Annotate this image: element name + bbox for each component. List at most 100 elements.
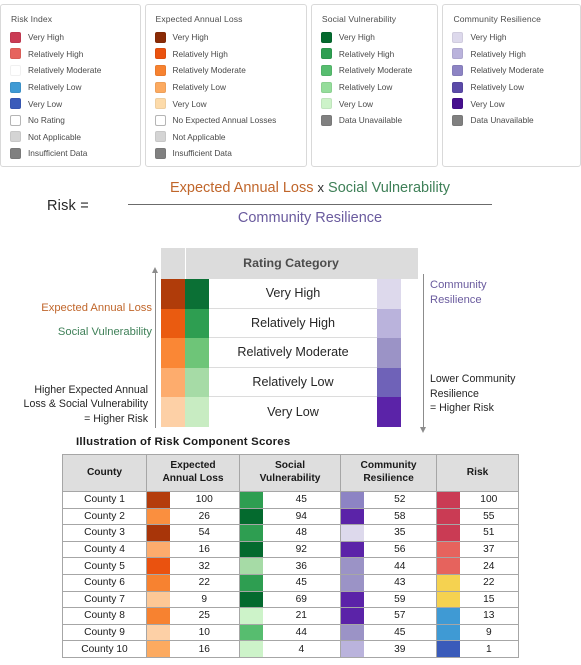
legend-swatch-icon: [155, 131, 166, 142]
legend-swatch-icon: [452, 48, 463, 59]
swatch-expected-annual-loss: [147, 641, 170, 658]
legend-item: Very Low: [155, 95, 300, 112]
matrix-grid: Rating Category Very HighRelatively High…: [161, 248, 418, 428]
legend-swatch-icon: [321, 115, 332, 126]
formula-community-resilience: Community Resilience: [238, 210, 382, 226]
table-row: County 91044459: [63, 624, 519, 641]
matrix-left-note: Higher Expected AnnualLoss & Social Vuln…: [24, 383, 148, 427]
swatch-community-resilience: [341, 624, 364, 641]
swatch-social-vulnerability: [240, 624, 263, 641]
cell-county: County 9: [63, 624, 147, 641]
color-swatch-icon: [147, 575, 170, 591]
scores-table-head: County ExpectedAnnual Loss SocialVulnera…: [63, 455, 519, 492]
legend-item-label: Relatively High: [339, 49, 394, 59]
color-swatch-icon: [437, 525, 460, 541]
legend-swatch-icon: [10, 48, 21, 59]
cell-expected-annual-loss: 22: [170, 574, 240, 591]
matrix-label-expected-annual-loss: Expected Annual Loss: [41, 302, 152, 314]
swatch-risk: [437, 541, 460, 558]
matrix-cell-community-resilience: [377, 368, 401, 398]
cell-expected-annual-loss: 26: [170, 508, 240, 525]
legend-item-label: Insufficient Data: [173, 148, 232, 158]
cell-social-vulnerability: 21: [263, 608, 341, 625]
cell-social-vulnerability: 48: [263, 525, 341, 542]
legend-item: Not Applicable: [155, 129, 300, 146]
legend-swatch-icon: [452, 115, 463, 126]
legend-item-label: Very High: [173, 32, 209, 42]
cell-expected-annual-loss: 10: [170, 624, 240, 641]
legend-item-label: Relatively High: [28, 49, 83, 59]
matrix-rating-label: Very Low: [209, 397, 377, 427]
legend-swatch-icon: [321, 32, 332, 43]
swatch-community-resilience: [341, 508, 364, 525]
legend-item-label: Relatively Moderate: [339, 65, 412, 75]
cell-social-vulnerability: 69: [263, 591, 341, 608]
cell-risk: 51: [460, 525, 519, 542]
column-header-expected-annual-loss: ExpectedAnnual Loss: [147, 455, 240, 492]
color-swatch-icon: [341, 625, 364, 641]
legend-item: Relatively High: [10, 46, 134, 63]
legend-item: Very High: [10, 29, 134, 46]
scores-table: County ExpectedAnnual Loss SocialVulnera…: [62, 454, 519, 658]
cell-expected-annual-loss: 32: [170, 558, 240, 575]
swatch-expected-annual-loss: [147, 492, 170, 509]
legend-item-label: Very Low: [173, 99, 207, 109]
table-row: County 416925637: [63, 541, 519, 558]
matrix-rows: Very HighRelatively HighRelatively Moder…: [161, 279, 418, 427]
cell-county: County 2: [63, 508, 147, 525]
cell-risk: 9: [460, 624, 519, 641]
legend-item: Very Low: [10, 95, 134, 112]
color-swatch-icon: [147, 641, 170, 657]
legend-swatch-icon: [452, 65, 463, 76]
swatch-risk: [437, 492, 460, 509]
legend-item-label: Relatively Moderate: [173, 65, 246, 75]
legend-row: Risk Index Very HighRelatively HighRelat…: [0, 4, 581, 170]
legend-item-label: Relatively Low: [470, 82, 524, 92]
table-row: County 532364424: [63, 558, 519, 575]
legend-swatch-icon: [155, 32, 166, 43]
legend-swatch-icon: [10, 82, 21, 93]
cell-social-vulnerability: 4: [263, 641, 341, 658]
column-header-county: County: [63, 455, 147, 492]
cell-community-resilience: 39: [364, 641, 437, 658]
matrix-cell-social-vulnerability: [185, 338, 209, 368]
scores-table-body: County 11004552100County 226945855County…: [63, 492, 519, 658]
matrix-cell-community-resilience: [377, 338, 401, 368]
color-swatch-icon: [147, 625, 170, 641]
color-swatch-icon: [147, 592, 170, 608]
color-swatch-icon: [437, 608, 460, 624]
legend-item-label: Very High: [339, 32, 375, 42]
cell-community-resilience: 56: [364, 541, 437, 558]
formula-risk-label: Risk =: [47, 198, 89, 214]
risk-formula: Risk = Expected Annual Loss x Social Vul…: [0, 178, 581, 240]
color-swatch-icon: [240, 558, 263, 574]
legend-card-risk-index: Risk Index Very HighRelatively HighRelat…: [0, 4, 141, 167]
formula-fraction-bar: [128, 204, 492, 205]
legend-swatch-icon: [155, 82, 166, 93]
legend-items-risk-index: Very HighRelatively HighRelatively Moder…: [10, 29, 134, 162]
cell-county: County 3: [63, 525, 147, 542]
legend-swatch-icon: [10, 98, 21, 109]
legend-swatch-icon: [155, 98, 166, 109]
color-swatch-icon: [240, 625, 263, 641]
matrix-cell-expected-annual-loss: [161, 338, 185, 368]
color-swatch-icon: [437, 509, 460, 525]
legend-item: Data Unavailable: [321, 112, 432, 129]
table-row: County 10164391: [63, 641, 519, 658]
matrix-header: Rating Category: [161, 248, 418, 279]
formula-social-vulnerability: Social Vulnerability: [328, 180, 450, 196]
color-swatch-icon: [341, 525, 364, 541]
legend-item: Insufficient Data: [10, 145, 134, 162]
swatch-community-resilience: [341, 541, 364, 558]
legend-item-label: Relatively Moderate: [470, 65, 543, 75]
legend-item: Relatively Moderate: [155, 62, 300, 79]
color-swatch-icon: [437, 625, 460, 641]
matrix-row: Relatively High: [161, 309, 418, 339]
legend-item: Relatively High: [155, 46, 300, 63]
matrix-row: Relatively Low: [161, 368, 418, 398]
legend-item: Insufficient Data: [155, 145, 300, 162]
color-swatch-icon: [437, 592, 460, 608]
cell-county: County 7: [63, 591, 147, 608]
color-swatch-icon: [240, 542, 263, 558]
color-swatch-icon: [437, 492, 460, 508]
